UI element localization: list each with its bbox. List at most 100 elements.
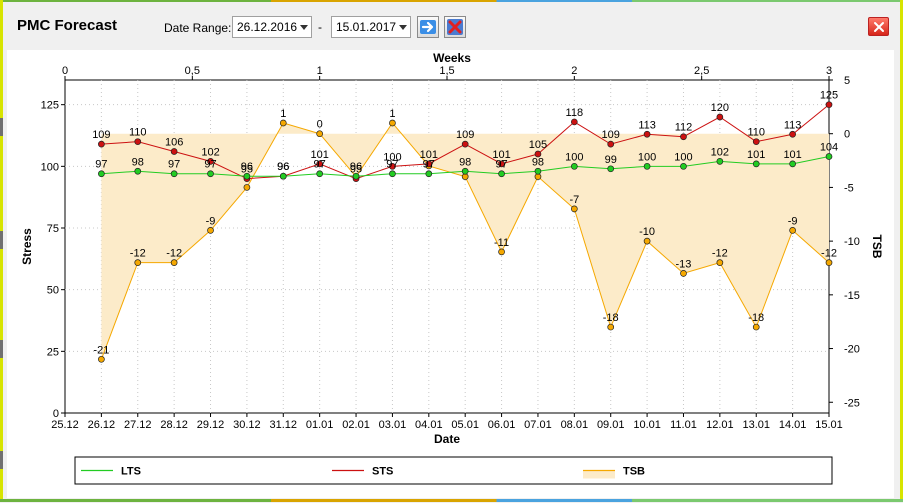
sts-point (98, 140, 105, 148)
sts-point (752, 138, 760, 146)
chart-panel: -21 -12 -12 -9 1 0 1 -11 -7 -18 -10 -13 -12 -18 -9 -12 1… (7, 50, 894, 498)
tsb-point (716, 259, 724, 266)
top-tick-label: 1 (317, 65, 323, 77)
tsb-data-label: 1 (280, 108, 286, 120)
lts-point (425, 170, 433, 178)
sts-point (825, 101, 833, 109)
x-tick-label: 31.12 (270, 419, 298, 431)
lts-point (316, 170, 324, 178)
x-tick-label: 04.01 (415, 419, 443, 431)
lts-data-label: 96 (277, 161, 289, 173)
tsb-point (279, 119, 287, 127)
apply-range-button[interactable] (417, 16, 439, 38)
y-tick-label: 25 (47, 346, 59, 358)
lts-data-label: 97 (314, 159, 326, 171)
lts-data-label: 98 (132, 156, 144, 168)
x-tick-label: 13.01 (742, 419, 770, 431)
sts-point (680, 133, 687, 141)
lts-data-label: 101 (747, 149, 765, 161)
close-button[interactable] (868, 17, 889, 36)
legend-label: TSB (623, 466, 645, 478)
lts-point (498, 170, 505, 178)
lts-point (825, 153, 833, 160)
x-tick-label: 10.01 (633, 419, 661, 431)
sts-data-label: 109 (456, 129, 474, 141)
frame-marker (0, 118, 3, 136)
sts-point (134, 138, 142, 146)
lts-data-label: 100 (674, 151, 692, 163)
x-tick-label: 25.12 (51, 419, 79, 431)
legend-label: LTS (121, 466, 141, 478)
start-date-select[interactable]: 26.12.2016 (232, 16, 312, 38)
window-title: PMC Forecast (17, 17, 118, 34)
sts-data-label: 110 (747, 127, 765, 139)
chevron-down-icon (399, 25, 407, 30)
clear-range-button[interactable] (444, 16, 466, 38)
lts-data-label: 104 (820, 141, 838, 153)
lts-point (716, 158, 724, 165)
sts-data-label: 105 (529, 139, 547, 151)
frame-marker (0, 451, 3, 469)
lts-point (170, 170, 178, 178)
window-frame-top (0, 0, 903, 2)
tsb-point (170, 259, 178, 266)
lts-point (461, 167, 469, 175)
arrow-right-icon (420, 20, 436, 34)
top-tick-label: 1,5 (439, 65, 454, 77)
y2-tick-label: -10 (844, 236, 860, 248)
red-x-icon (447, 19, 463, 35)
lts-point (680, 162, 687, 170)
sts-data-label: 109 (602, 129, 620, 141)
sts-data-label: 109 (92, 129, 110, 141)
x-tick-label: 29.12 (197, 419, 225, 431)
frame-marker (0, 231, 3, 249)
x-tick-label: 09.01 (597, 419, 625, 431)
sts-data-label: 125 (820, 90, 838, 102)
tsb-data-label: -9 (206, 215, 216, 227)
top-tick-label: 0 (62, 65, 68, 77)
x-tick-label: 02.01 (342, 419, 370, 431)
y2-tick-label: -20 (844, 344, 860, 356)
legend-label: STS (372, 466, 393, 478)
sts-data-label: 102 (201, 146, 219, 158)
lts-data-label: 97 (204, 159, 216, 171)
tsb-data-label: -18 (603, 312, 619, 324)
lts-data-label: 97 (386, 159, 398, 171)
top-tick-label: 3 (826, 65, 832, 77)
y-tick-label: 0 (53, 408, 59, 420)
sts-point (789, 130, 796, 138)
x-tick-label: 15.01 (815, 419, 843, 431)
x-tick-label: 28.12 (160, 419, 188, 431)
y-tick-label: 100 (41, 161, 59, 173)
lts-data-label: 97 (95, 159, 107, 171)
start-date-value: 26.12.2016 (237, 20, 298, 34)
top-tick-label: 2 (571, 65, 577, 77)
tsb-point (498, 248, 505, 256)
lts-point (534, 167, 542, 175)
sts-point (170, 148, 178, 155)
y-axis-title: Stress (20, 228, 34, 265)
y2-axis-title: TSB (870, 235, 884, 259)
x-tick-label: 07.01 (524, 419, 552, 431)
tsb-data-label: 1 (389, 108, 395, 120)
tsb-point (680, 270, 687, 277)
tsb-point (607, 323, 615, 331)
top-tick-label: 2,5 (694, 65, 709, 77)
tsb-point (98, 355, 105, 363)
end-date-select[interactable]: 15.01.2017 (331, 16, 411, 38)
sts-point (607, 140, 615, 148)
sts-data-label: 106 (165, 137, 183, 149)
legend-swatch-fill (583, 470, 615, 479)
lts-data-label: 97 (423, 159, 435, 171)
y2-tick-label: -15 (844, 290, 860, 302)
end-date-value: 15.01.2017 (336, 20, 397, 34)
y-tick-label: 50 (47, 285, 59, 297)
sts-point (716, 113, 724, 121)
lts-point (789, 160, 796, 168)
tsb-data-label: -18 (748, 312, 764, 324)
lts-point (643, 162, 651, 170)
lts-point (607, 165, 615, 173)
lts-data-label: 97 (168, 159, 180, 171)
close-icon (874, 22, 884, 32)
window-frame-left (0, 0, 3, 502)
